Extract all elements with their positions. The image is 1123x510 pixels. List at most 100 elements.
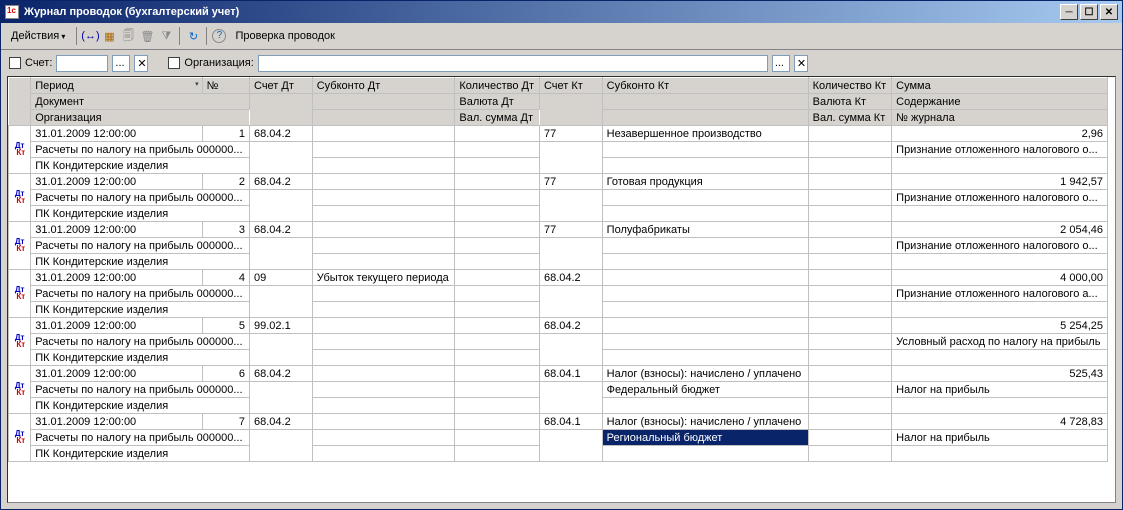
cell-sum: 1 942,57 (892, 174, 1108, 190)
cell-subkonto-dt2 (312, 334, 455, 350)
col-content[interactable]: Содержание (892, 94, 1108, 110)
col-sum[interactable]: Сумма (892, 78, 1108, 94)
cell-subkonto-dt2 (312, 382, 455, 398)
cell-qty-dt (455, 174, 540, 190)
table-row[interactable]: Расчеты по налогу на прибыль 000000...Пр… (9, 190, 1108, 206)
cell-account-dt: 68.04.2 (250, 366, 313, 382)
filter-off-icon[interactable]: ⧩ (158, 28, 174, 44)
cell-subkonto-kt3 (602, 206, 808, 222)
cell-no: 6 (202, 366, 249, 382)
cell-no: 3 (202, 222, 249, 238)
swap-icon[interactable]: (↔) (82, 28, 98, 44)
cell-currency-dt (455, 238, 540, 254)
cell-content: Признание отложенного налогового а... (892, 286, 1108, 302)
col-valsum-dt[interactable]: Вал. сумма Дт (455, 110, 540, 126)
close-button[interactable]: ✕ (1100, 4, 1118, 20)
table-row[interactable]: Расчеты по налогу на прибыль 000000...Фе… (9, 382, 1108, 398)
table-row[interactable]: Дт Кт31.01.2009 12:00:00368.04.277Полуфа… (9, 222, 1108, 238)
table-row[interactable]: Расчеты по налогу на прибыль 000000...Пр… (9, 142, 1108, 158)
col-qty-dt[interactable]: Количество Дт (455, 78, 540, 94)
col-valsum-kt[interactable]: Вал. сумма Кт (808, 110, 892, 126)
cell-qty-kt (808, 318, 892, 334)
cell-account-dt: 09 (250, 270, 313, 286)
icon-column-header[interactable] (9, 78, 31, 126)
col-subkonto-kt[interactable]: Субконто Кт (602, 78, 808, 94)
app-icon (5, 5, 19, 19)
account-picker-button[interactable]: ... (112, 55, 130, 72)
col-account-kt[interactable]: Счет Кт (539, 78, 602, 94)
table-row[interactable]: Дт Кт31.01.2009 12:00:00268.04.277Готова… (9, 174, 1108, 190)
col-currency-kt[interactable]: Валюта Кт (808, 94, 892, 110)
dtkt-icon: Дт Кт (9, 414, 31, 462)
col-account-dt[interactable]: Счет Дт (250, 78, 313, 94)
filter-icon[interactable]: ▦ (101, 28, 117, 44)
col-document[interactable]: Документ (31, 94, 250, 110)
cell-period: 31.01.2009 12:00:00 (31, 174, 202, 190)
cell-subkonto-dt3 (312, 206, 455, 222)
cell-document: Расчеты по налогу на прибыль 000000... (31, 286, 250, 302)
check-entries-button[interactable]: Проверка проводок (229, 27, 340, 45)
cell-period: 31.01.2009 12:00:00 (31, 318, 202, 334)
org-checkbox[interactable] (168, 57, 180, 69)
delete-icon[interactable]: 🗑 (139, 28, 155, 44)
cell-valsum-kt (808, 158, 892, 174)
org-clear-button[interactable]: ✕ (794, 55, 808, 72)
cell-account-kt: 68.04.1 (539, 366, 602, 382)
cell-valsum-kt (808, 206, 892, 222)
refresh-icon[interactable]: ↻ (185, 28, 201, 44)
copy-icon[interactable]: 🗐 (120, 28, 136, 44)
cell-no: 5 (202, 318, 249, 334)
table-row[interactable]: Расчеты по налогу на прибыль 000000...Пр… (9, 238, 1108, 254)
cell-subkonto-dt (312, 126, 455, 142)
col-qty-kt[interactable]: Количество Кт (808, 78, 892, 94)
col-journal-no[interactable]: № журнала (892, 110, 1108, 126)
grid[interactable]: Период № Счет Дт Субконто Дт Количество … (7, 76, 1116, 503)
col-subkonto-dt[interactable]: Субконто Дт (312, 78, 455, 94)
cell-subkonto-kt3 (602, 350, 808, 366)
cell-currency-dt (455, 142, 540, 158)
table-row[interactable]: Расчеты по налогу на прибыль 000000...Ус… (9, 334, 1108, 350)
table-row[interactable]: Расчеты по налогу на прибыль 000000...Ре… (9, 430, 1108, 446)
cell-qty-dt (455, 366, 540, 382)
titlebar: Журнал проводок (бухгалтерский учет) ─ ☐… (1, 1, 1122, 23)
org-input[interactable] (258, 55, 768, 72)
cell-account-dt: 99.02.1 (250, 318, 313, 334)
cell-subkonto-dt: Убыток текущего периода (312, 270, 455, 286)
minimize-button[interactable]: ─ (1060, 4, 1078, 20)
col-period[interactable]: Период (31, 78, 202, 94)
actions-dropdown[interactable]: Действия (5, 27, 71, 45)
table-row[interactable]: Дт Кт31.01.2009 12:00:00409Убыток текуще… (9, 270, 1108, 286)
help-icon[interactable]: ? (212, 29, 226, 43)
cell-valsum-dt (455, 302, 540, 318)
col-no[interactable]: № (202, 78, 249, 94)
table-row[interactable]: Расчеты по налогу на прибыль 000000... Пр… (9, 286, 1108, 302)
cell-subkonto-dt3 (312, 302, 455, 318)
cell-account-kt: 77 (539, 222, 602, 238)
table-row[interactable]: Дт Кт31.01.2009 12:00:00668.04.268.04.1Н… (9, 366, 1108, 382)
cell-qty-kt (808, 174, 892, 190)
cell-subkonto-dt3 (312, 398, 455, 414)
cell-content: Условный расход по налогу на прибыль (892, 334, 1108, 350)
maximize-button[interactable]: ☐ (1080, 4, 1098, 20)
table-row[interactable]: Дт Кт31.01.2009 12:00:00168.04.277Незаве… (9, 126, 1108, 142)
account-clear-button[interactable]: ✕ (134, 55, 148, 72)
cell-organization: ПК Кондитерские изделия (31, 206, 250, 222)
dtkt-icon: Дт Кт (9, 318, 31, 366)
cell-subkonto-dt2 (312, 430, 455, 446)
account-input[interactable] (56, 55, 108, 72)
cell-period: 31.01.2009 12:00:00 (31, 414, 202, 430)
col-organization[interactable]: Организация (31, 110, 250, 126)
cell-journal-no (892, 254, 1108, 270)
col-currency-dt[interactable]: Валюта Дт (455, 94, 540, 110)
cell-currency-dt (455, 334, 540, 350)
cell-period: 31.01.2009 12:00:00 (31, 366, 202, 382)
table-row[interactable]: Дт Кт31.01.2009 12:00:00599.02.168.04.25… (9, 318, 1108, 334)
cell-subkonto-dt3 (312, 350, 455, 366)
cell-subkonto-dt (312, 174, 455, 190)
account-checkbox[interactable] (9, 57, 21, 69)
cell-account-kt: 77 (539, 174, 602, 190)
cell-subkonto-kt: Незавершенное производство (602, 126, 808, 142)
table-row[interactable]: Дт Кт31.01.2009 12:00:00768.04.268.04.1Н… (9, 414, 1108, 430)
org-picker-button[interactable]: ... (772, 55, 790, 72)
cell-subkonto-dt2 (312, 286, 455, 302)
